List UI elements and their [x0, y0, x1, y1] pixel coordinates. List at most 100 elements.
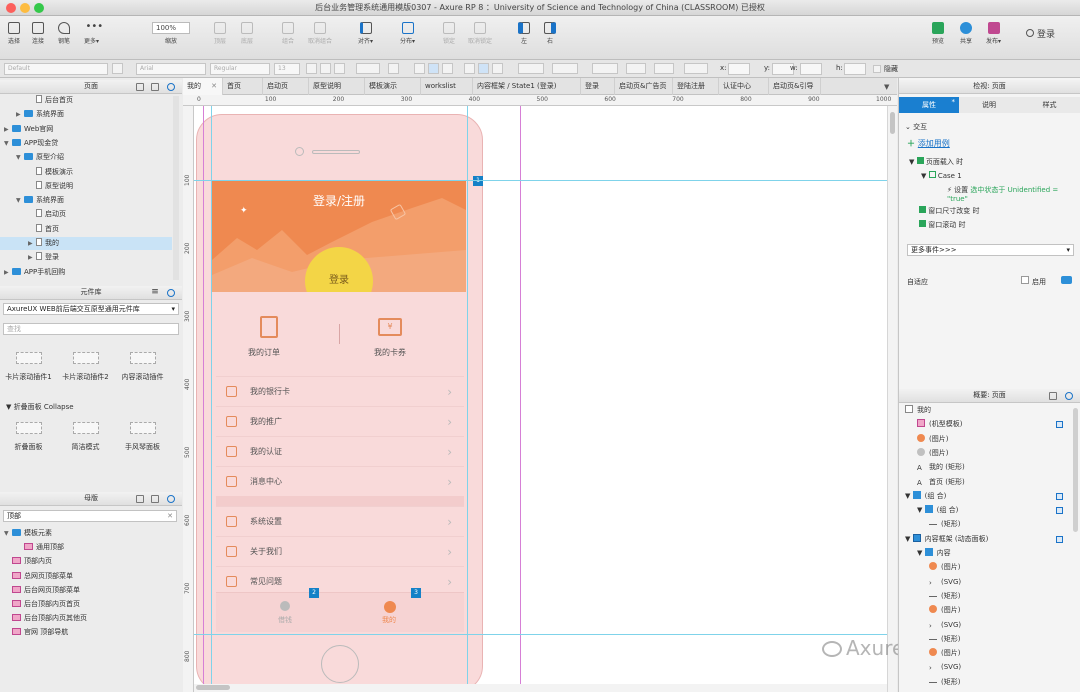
page-tree-item[interactable]: ▼ 系统界面: [0, 194, 172, 207]
tab-page[interactable]: workslist: [421, 78, 473, 95]
tab-page[interactable]: 登陆注册: [673, 78, 719, 95]
expand-arrow-icon[interactable]: ▼: [4, 527, 12, 540]
visibility-icon[interactable]: [1056, 421, 1063, 429]
close-window-button[interactable]: [6, 3, 16, 13]
guide-line[interactable]: [203, 106, 204, 692]
unlock-button[interactable]: 取消锁定: [468, 22, 492, 45]
x-input[interactable]: [728, 63, 750, 75]
page-tree-item[interactable]: 后台首页: [0, 94, 172, 107]
master-tree-item[interactable]: 顶部内页: [0, 555, 52, 568]
more-events-select[interactable]: 更多事件>>> ▾: [907, 244, 1074, 256]
tab-page[interactable]: 启动页&引导页: [769, 78, 821, 107]
outline-search-icon[interactable]: [1065, 392, 1073, 400]
add-page-icon[interactable]: [136, 83, 144, 91]
library-search-input[interactable]: 查找: [3, 323, 179, 335]
widget-item[interactable]: 折叠面板: [0, 418, 57, 452]
outline-item[interactable]: (机型模板): [899, 418, 1071, 431]
guide-line[interactable]: [520, 106, 521, 692]
page-tree-item[interactable]: ▼ 原型介绍: [0, 151, 172, 164]
expand-arrow-icon[interactable]: ▼: [905, 492, 913, 500]
clear-icon[interactable]: ✕: [167, 511, 173, 522]
menu-item[interactable]: 系统设置 ›: [216, 506, 464, 536]
canvas-horizontal-scrollbar[interactable]: [194, 684, 887, 692]
close-tab-icon[interactable]: ✕: [211, 78, 217, 95]
event-page-load[interactable]: ▼ 页面载入 时: [909, 157, 963, 167]
tab-page[interactable]: 认证中心: [719, 78, 769, 95]
page-tree-item[interactable]: ▼ APP现金贷: [0, 137, 172, 150]
add-case-link[interactable]: ＋ 添加用例: [907, 138, 950, 149]
outline-item[interactable]: (矩形): [899, 590, 1071, 603]
outline-scrollbar[interactable]: [1073, 408, 1078, 532]
page-tree-item[interactable]: ▶ Web官网: [0, 123, 172, 136]
master-tree-item[interactable]: ▼ 模板元素: [0, 527, 52, 540]
w-input[interactable]: [800, 63, 822, 75]
tab-page[interactable]: 内容框架 / State1 (登录): [473, 78, 581, 95]
expand-arrow-icon[interactable]: ▼: [917, 506, 925, 514]
font-color-button[interactable]: [356, 63, 380, 74]
line-style-button[interactable]: [654, 63, 674, 74]
expand-arrow-icon[interactable]: ▶: [16, 108, 24, 121]
tab-page[interactable]: 模板演示: [365, 78, 421, 95]
outline-item[interactable]: (图片): [899, 561, 1071, 574]
tab-page[interactable]: 登录: [581, 78, 615, 95]
align-center-button[interactable]: [428, 63, 439, 74]
enable-adaptive-checkbox[interactable]: [1021, 276, 1029, 284]
page-tree-item[interactable]: ▶ 登录: [0, 251, 172, 264]
visibility-icon[interactable]: [1056, 535, 1063, 543]
more-tools-button[interactable]: ••• 更多▾: [84, 22, 103, 46]
search-icon[interactable]: [167, 83, 175, 91]
master-tree-item[interactable]: 总网页顶部菜单: [0, 570, 73, 583]
outline-item[interactable]: (矩形): [899, 633, 1071, 646]
add-folder-icon[interactable]: [151, 83, 159, 91]
outline-item[interactable]: (图片): [899, 604, 1071, 617]
outline-item[interactable]: ▼ 内容: [899, 547, 1071, 560]
guide-line[interactable]: [194, 180, 887, 181]
expand-arrow-icon[interactable]: ▶: [28, 251, 36, 264]
menu-item[interactable]: 我的银行卡 ›: [216, 376, 464, 406]
menu-item[interactable]: 关于我们 ›: [216, 536, 464, 566]
page-tree-item[interactable]: 模板演示: [0, 166, 172, 179]
widget-item[interactable]: 简洁模式: [57, 418, 114, 452]
master-search-icon[interactable]: [167, 495, 175, 503]
tab-notes[interactable]: 说明: [959, 97, 1019, 113]
valign-top-button[interactable]: [464, 63, 475, 74]
left-pane-toggle[interactable]: 左: [518, 22, 530, 45]
expand-arrow-icon[interactable]: ▼: [16, 194, 24, 207]
phone-home-button[interactable]: [321, 645, 359, 683]
add-master-folder-icon[interactable]: [151, 495, 159, 503]
widget-item[interactable]: 卡片滚动插件1: [0, 348, 57, 382]
tab-page[interactable]: 启动页&广告页: [615, 78, 673, 95]
shadow-button[interactable]: [552, 63, 578, 74]
line-width-button[interactable]: [626, 63, 646, 74]
outline-item[interactable]: (图片): [899, 647, 1071, 660]
font-weight-select[interactable]: Regular: [210, 63, 270, 75]
page-tree-item[interactable]: 原型说明: [0, 180, 172, 193]
valign-middle-button[interactable]: [478, 63, 489, 74]
lock-button[interactable]: 锁定: [443, 22, 455, 45]
zoom-select[interactable]: 100% 缩放: [152, 22, 190, 45]
page-tree-item[interactable]: 首页: [0, 223, 172, 236]
expand-arrow-icon[interactable]: ▶: [28, 237, 36, 250]
tab-page[interactable]: 原型说明: [309, 78, 365, 95]
preview-button[interactable]: 预览: [932, 22, 944, 45]
master-tree-item[interactable]: 官网 顶部导航: [0, 626, 68, 639]
add-master-icon[interactable]: [136, 495, 144, 503]
library-search-icon[interactable]: [167, 289, 175, 297]
expand-arrow-icon[interactable]: ▼: [4, 137, 12, 150]
outline-item[interactable]: › (SVG): [899, 576, 1071, 589]
library-select[interactable]: AxureUX WEB前后端交互原型通用元件库 ▾: [3, 303, 179, 315]
guide-line[interactable]: [467, 106, 468, 692]
font-size-select[interactable]: 13: [274, 63, 300, 75]
outline-item[interactable]: ▼ (组 合): [899, 504, 1071, 517]
pages-scrollbar[interactable]: [173, 96, 179, 280]
design-canvas[interactable]: ✦ 登录/注册 登录 1 我的订单 ¥ 我的卡券 我的银行卡›我的推广›我的认证…: [194, 106, 887, 692]
expand-arrow-icon[interactable]: ▶: [4, 266, 12, 279]
guide-line[interactable]: [194, 634, 887, 635]
page-tree-item[interactable]: ▶ 系统界面: [0, 108, 172, 121]
tab-page[interactable]: 我的 ✕: [183, 78, 223, 95]
master-search-input[interactable]: 顶部 ✕: [3, 510, 177, 522]
arrow-style-button[interactable]: [684, 63, 708, 74]
bold-button[interactable]: [306, 63, 317, 74]
pen-tool-button[interactable]: 钢笔: [58, 22, 70, 45]
tab-properties[interactable]: 属性 *: [899, 97, 959, 113]
